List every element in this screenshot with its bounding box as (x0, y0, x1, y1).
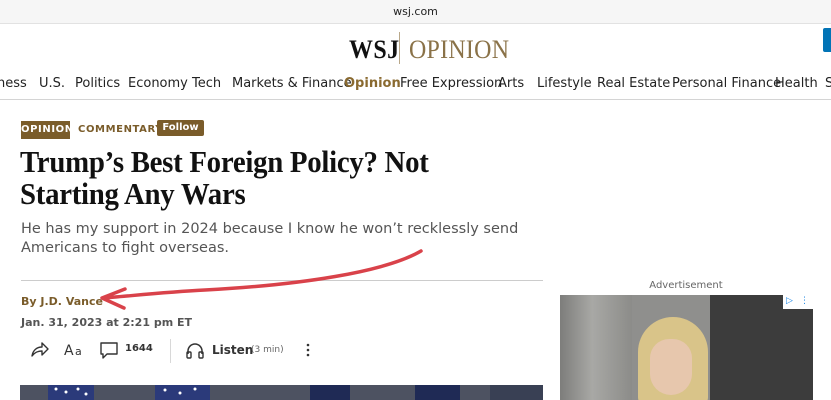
ad-banner[interactable]: ▷ ⋮ (560, 295, 813, 400)
nav-item-us[interactable]: U.S. (39, 76, 65, 91)
share-icon[interactable] (30, 341, 50, 364)
nav-item-free-expression[interactable]: Free Expression (400, 76, 502, 91)
header-divider (21, 280, 543, 281)
svg-text:A: A (64, 343, 74, 359)
nav-item-economy[interactable]: Economy (128, 76, 188, 91)
follow-button[interactable]: Follow (157, 120, 204, 136)
ad-image-pillar (560, 295, 632, 400)
nav-item-markets-finance[interactable]: Markets & Finance (232, 76, 352, 91)
nav-item-arts[interactable]: Arts (498, 76, 524, 91)
url-text[interactable]: wsj.com (0, 5, 831, 18)
ad-image-person-face (650, 339, 692, 395)
toolbar-divider (170, 339, 171, 363)
nav-item-personal-finance[interactable]: Personal Finance (672, 76, 781, 91)
nav-item-politics[interactable]: Politics (75, 76, 120, 91)
logo-divider (399, 32, 400, 64)
more-icon[interactable] (303, 341, 313, 364)
article-headline: Trump’s Best Foreign Policy? Not Startin… (20, 144, 429, 211)
article-dek: He has my support in 2024 because I know… (21, 221, 519, 256)
ad-label: Advertisement (649, 280, 723, 291)
comment-count[interactable]: 1644 (125, 343, 153, 354)
text-size-icon[interactable]: A a (64, 341, 88, 364)
nav-item-opinion[interactable]: Opinion (344, 76, 401, 91)
adchoices-icon[interactable]: ▷ ⋮ (783, 295, 813, 309)
author-link[interactable]: J.D. Vance (40, 295, 103, 308)
publish-timestamp: Jan. 31, 2023 at 2:21 pm ET (21, 316, 192, 329)
browser-url-bar[interactable]: wsj.com (0, 0, 831, 24)
commentary-label[interactable]: COMMENTARY (78, 124, 163, 135)
adchoices-menu-icon[interactable]: ⋮ (800, 296, 809, 306)
nav-item-real-estate[interactable]: Real Estate (597, 76, 670, 91)
opinion-section-logo[interactable]: OPINION (409, 35, 509, 65)
nav-item-overflow[interactable]: S (825, 76, 831, 91)
nav-item-tech[interactable]: Tech (192, 76, 221, 91)
adchoices-play-icon[interactable]: ▷ (786, 296, 793, 306)
listen-button[interactable]: Listen (212, 343, 253, 357)
hero-image-graphic (20, 385, 543, 400)
subscribe-button[interactable] (823, 28, 831, 52)
opinion-tag[interactable]: OPINION (21, 121, 73, 139)
wsj-logo[interactable]: WSJ (349, 35, 400, 65)
byline-prefix: By (21, 295, 37, 308)
byline: By J.D. Vance (21, 295, 103, 308)
headphones-icon[interactable] (185, 341, 205, 365)
section-nav: ness U.S. Politics Economy Tech Markets … (0, 70, 831, 100)
masthead: WSJ OPINION (0, 24, 831, 70)
listen-duration: (3 min) (251, 345, 284, 355)
nav-item-lifestyle[interactable]: Lifestyle (537, 76, 592, 91)
nav-item-business[interactable]: ness (0, 76, 27, 91)
comment-icon[interactable] (99, 341, 119, 365)
svg-text:a: a (75, 345, 82, 358)
nav-item-health[interactable]: Health (775, 76, 818, 91)
ad-image-background (710, 295, 813, 400)
hero-image (20, 385, 543, 400)
